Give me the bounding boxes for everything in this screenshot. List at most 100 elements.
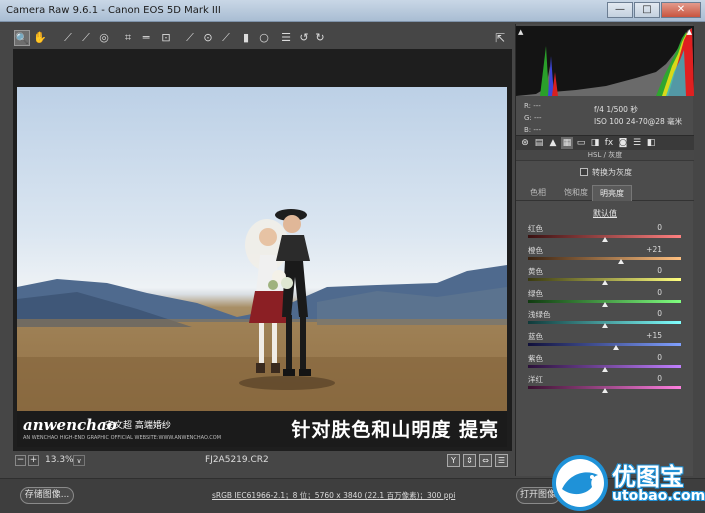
- presets-tab-icon[interactable]: ☰: [631, 137, 643, 149]
- slider-value[interactable]: 0: [657, 353, 662, 362]
- workflow-options-link[interactable]: sRGB IEC61966-2.1；8 位；5760 x 3840 (22.1 …: [212, 490, 455, 501]
- tab-luminance[interactable]: 明亮度: [592, 185, 632, 201]
- rotate-left-icon[interactable]: ↺: [296, 30, 312, 46]
- slider-thumb[interactable]: [601, 237, 608, 242]
- lens-corrections-tab-icon[interactable]: ◨: [589, 137, 601, 149]
- rgb-readout: R: --- G: --- B: ---: [524, 100, 542, 136]
- slider-purple[interactable]: 紫色 0: [516, 353, 694, 375]
- slider-label: 红色: [528, 224, 543, 233]
- histogram: ▲ ▲: [516, 26, 694, 96]
- hsl-subtabs: 色相 饱和度 明亮度: [516, 185, 694, 201]
- slider-red[interactable]: 红色 0: [516, 223, 694, 245]
- wedding-photo: [17, 87, 507, 411]
- copy-settings-button[interactable]: ⇔: [479, 454, 492, 467]
- watermark-logo: anwenchao: [23, 416, 117, 434]
- view-mode-buttons: Y ⇕ ⇔ ☰: [444, 454, 508, 467]
- slider-green[interactable]: 绿色 0: [516, 288, 694, 310]
- red-eye-tool-icon[interactable]: ⊙: [200, 30, 216, 46]
- zoom-dropdown[interactable]: ∨: [73, 455, 85, 466]
- adjustment-brush-icon[interactable]: ⟋: [218, 30, 234, 46]
- hand-tool-icon[interactable]: ✋: [32, 30, 48, 46]
- tone-curve-tab-icon[interactable]: ▤: [533, 137, 545, 149]
- tab-hue[interactable]: 色相: [518, 185, 558, 201]
- highlight-clipping-warning-icon[interactable]: ▲: [687, 28, 692, 36]
- zoom-out-button[interactable]: −: [15, 455, 26, 466]
- slider-track[interactable]: [528, 342, 681, 346]
- straighten-tool-icon[interactable]: ═: [138, 30, 154, 46]
- slider-value[interactable]: 0: [657, 288, 662, 297]
- title-bar: Camera Raw 9.6.1 - Canon EOS 5D Mark III…: [0, 0, 705, 22]
- zoom-tool-icon[interactable]: 🔍: [14, 30, 30, 46]
- slider-orange[interactable]: 橙色 +21: [516, 245, 694, 267]
- site-logo-en: utobao.com: [612, 488, 705, 504]
- image-caption: 针对肤色和山明度 提亮: [291, 419, 499, 441]
- zoom-in-button[interactable]: +: [28, 455, 39, 466]
- white-balance-tool-icon[interactable]: ⟋: [60, 30, 76, 46]
- preferences-icon[interactable]: ☰: [278, 30, 294, 46]
- camera-calibration-tab-icon[interactable]: ◙: [617, 137, 629, 149]
- camera-raw-app: ⇱ 🔍 ✋ ⟋ ⟋ ◎ ⌗ ═ ⊡ ⟋ ⊙ ⟋ ▮ ○ ☰ ↺ ↻ anwenc…: [0, 22, 705, 513]
- slider-thumb[interactable]: [601, 388, 608, 394]
- site-logo: 优图宝 utobao.com: [552, 455, 705, 513]
- slider-thumb[interactable]: [601, 323, 608, 329]
- slider-value[interactable]: 0: [657, 266, 662, 275]
- slider-label: 紫色: [528, 353, 543, 363]
- slider-label: 黄色: [528, 267, 543, 277]
- slider-blue[interactable]: 蓝色 +15: [516, 331, 694, 353]
- convert-grayscale-checkbox[interactable]: 转换为灰度: [580, 167, 632, 178]
- slider-value[interactable]: 0: [657, 374, 662, 383]
- default-link[interactable]: 默认值: [516, 208, 694, 219]
- slider-thumb[interactable]: [601, 301, 608, 307]
- aperture-shutter: f/4 1/500 秒: [594, 105, 638, 114]
- crop-tool-icon[interactable]: ⌗: [120, 30, 136, 46]
- preview-preferences-button[interactable]: ☰: [495, 454, 508, 467]
- slider-label: 蓝色: [528, 331, 543, 341]
- slider-value[interactable]: 0: [657, 309, 662, 318]
- swap-settings-button[interactable]: ⇕: [463, 454, 476, 467]
- slider-value[interactable]: 0: [657, 223, 662, 232]
- slider-value[interactable]: +21: [646, 245, 662, 254]
- detail-tab-icon[interactable]: ▲: [547, 137, 559, 149]
- slider-thumb[interactable]: [612, 344, 619, 350]
- slider-thumb[interactable]: [617, 258, 624, 264]
- basic-tab-icon[interactable]: ⊛: [519, 137, 531, 149]
- slider-track[interactable]: [528, 256, 681, 260]
- convert-grayscale-label: 转换为灰度: [592, 168, 632, 177]
- maximize-button[interactable]: □: [634, 2, 660, 18]
- image-preview[interactable]: anwenchao 安文超 高端婚纱 AN WENCHAO HIGH-END G…: [13, 49, 512, 451]
- hsl-tab-icon[interactable]: ▦: [561, 137, 573, 149]
- hsl-section-title: HSL / 灰度: [516, 150, 694, 161]
- slider-thumb[interactable]: [601, 366, 608, 372]
- slider-label: 洋红: [528, 375, 543, 385]
- tab-saturation[interactable]: 饱和度: [556, 185, 596, 201]
- slider-thumb[interactable]: [601, 280, 608, 286]
- transform-tool-icon[interactable]: ⊡: [158, 30, 174, 46]
- slider-aqua[interactable]: 浅绿色 0: [516, 309, 694, 331]
- snapshots-tab-icon[interactable]: ◧: [645, 137, 657, 149]
- bird-logo-icon: [552, 455, 608, 511]
- photo-scene: [17, 209, 507, 411]
- slider-magenta[interactable]: 洋红 0: [516, 374, 694, 396]
- slider-yellow[interactable]: 黄色 0: [516, 266, 694, 288]
- save-image-button[interactable]: 存储图像...: [20, 487, 74, 504]
- rotate-right-icon[interactable]: ↻: [312, 30, 328, 46]
- adjustment-panel: ▲ ▲ R: --- G: --- B: --- f/4 1/500 秒 ISO…: [515, 24, 694, 476]
- effects-tab-icon[interactable]: fx: [603, 137, 615, 149]
- minimize-button[interactable]: —: [607, 2, 633, 18]
- before-after-toggle-button[interactable]: Y: [447, 454, 460, 467]
- panel-tab-bar: ⊛ ▤ ▲ ▦ ▭ ◨ fx ◙ ☰ ◧: [516, 135, 694, 150]
- radial-filter-icon[interactable]: ○: [256, 30, 272, 46]
- toolbar: ⇱ 🔍 ✋ ⟋ ⟋ ◎ ⌗ ═ ⊡ ⟋ ⊙ ⟋ ▮ ○ ☰ ↺ ↻: [12, 27, 512, 49]
- window-title: Camera Raw 9.6.1 - Canon EOS 5D Mark III: [6, 5, 221, 16]
- spot-removal-tool-icon[interactable]: ⟋: [182, 30, 198, 46]
- shadow-clipping-warning-icon[interactable]: ▲: [518, 28, 523, 36]
- iso-lens: ISO 100 24-70@28 毫米: [594, 117, 683, 126]
- slider-value[interactable]: +15: [646, 331, 662, 340]
- close-button[interactable]: ✕: [661, 2, 701, 18]
- open-preferences-icon[interactable]: ⇱: [492, 30, 508, 46]
- color-sampler-tool-icon[interactable]: ⟋: [78, 30, 94, 46]
- checkbox-icon[interactable]: [580, 168, 588, 176]
- split-toning-tab-icon[interactable]: ▭: [575, 137, 587, 149]
- targeted-adjustment-tool-icon[interactable]: ◎: [96, 30, 112, 46]
- graduated-filter-icon[interactable]: ▮: [238, 30, 254, 46]
